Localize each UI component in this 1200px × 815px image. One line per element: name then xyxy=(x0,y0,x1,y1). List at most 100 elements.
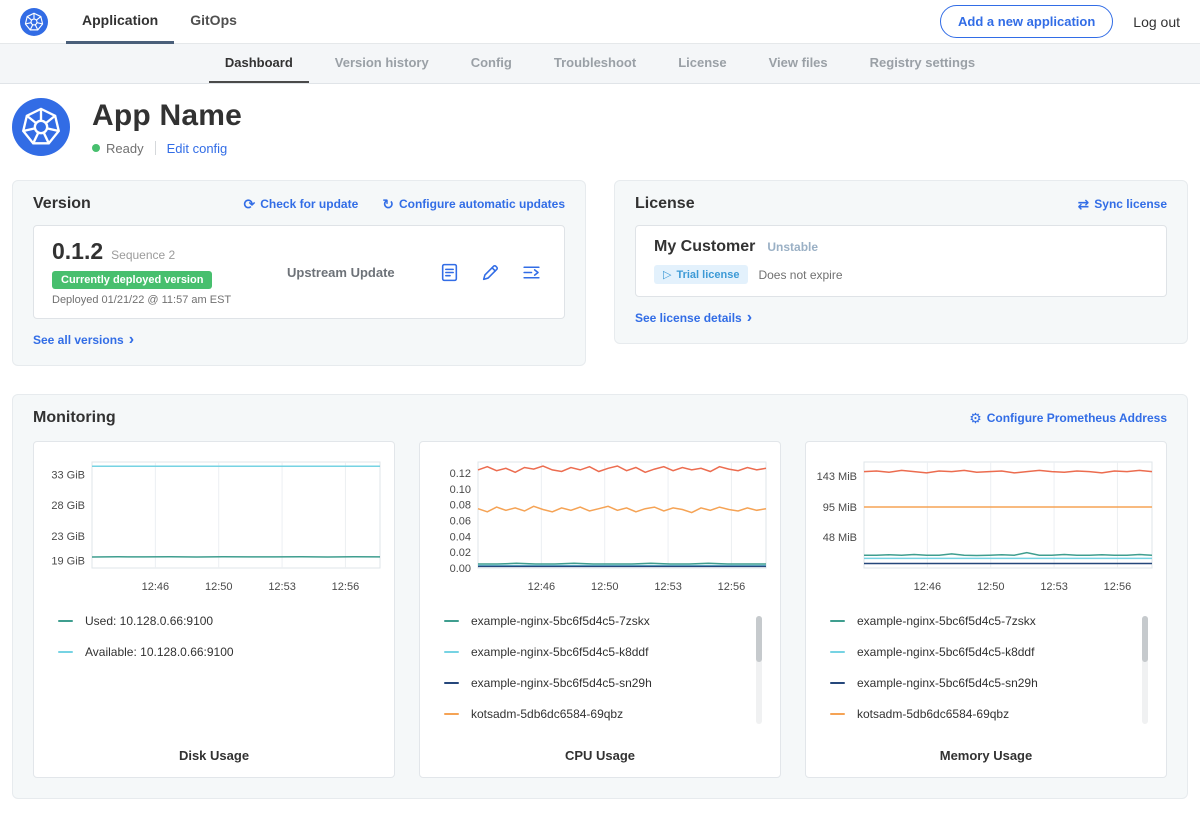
current-version-panel: 0.1.2 Sequence 2 Currently deployed vers… xyxy=(33,225,565,319)
svg-text:12:46: 12:46 xyxy=(142,581,170,593)
svg-text:0.12: 0.12 xyxy=(450,468,471,480)
top-navbar: Application GitOps Add a new application… xyxy=(0,0,1200,44)
chart-card-cpu-usage: 12:4612:5012:5312:560.120.100.080.060.04… xyxy=(419,441,781,778)
svg-text:12:46: 12:46 xyxy=(914,581,942,593)
app-icon xyxy=(12,98,70,156)
svg-text:12:56: 12:56 xyxy=(718,581,746,593)
chevron-right-icon: › xyxy=(129,332,134,348)
svg-text:33 GiB: 33 GiB xyxy=(51,469,85,481)
subnav-tab-registry-settings[interactable]: Registry settings xyxy=(854,44,991,83)
legend-label: example-nginx-5bc6f5d4c5-sn29h xyxy=(471,676,652,690)
subnav-tab-config[interactable]: Config xyxy=(455,44,528,83)
legend-color-dash xyxy=(830,682,845,684)
subnav-tab-view-files[interactable]: View files xyxy=(753,44,844,83)
nav-tab-label: Application xyxy=(82,12,158,28)
svg-text:19 GiB: 19 GiB xyxy=(51,556,85,568)
svg-text:28 GiB: 28 GiB xyxy=(51,500,85,512)
version-card-title: Version xyxy=(33,195,91,213)
memory-usage-chart: 12:4612:5012:5312:56143 MiB95 MiB48 MiB xyxy=(814,454,1158,604)
check-for-update-label: Check for update xyxy=(260,197,358,211)
scrollbar-thumb[interactable] xyxy=(1142,616,1148,662)
clock-icon: ▷︎ xyxy=(663,268,671,281)
legend-item: kotsadm-5db6dc6584-69qbz xyxy=(830,707,1148,721)
see-license-details-link[interactable]: See license details › xyxy=(635,310,752,326)
svg-text:12:50: 12:50 xyxy=(977,581,1005,593)
release-notes-icon[interactable] xyxy=(439,262,460,283)
svg-text:0.04: 0.04 xyxy=(450,531,471,543)
see-license-details-label: See license details xyxy=(635,311,742,325)
legend-label: Used: 10.128.0.66:9100 xyxy=(85,614,213,628)
configure-prometheus-label: Configure Prometheus Address xyxy=(987,411,1167,425)
add-application-button[interactable]: Add a new application xyxy=(940,5,1113,38)
subnav-tab-dashboard[interactable]: Dashboard xyxy=(209,44,309,83)
configure-automatic-updates-link[interactable]: ↻ Configure automatic updates xyxy=(382,197,565,211)
disk-usage-legend: Used: 10.128.0.66:9100Available: 10.128.… xyxy=(58,614,376,659)
version-card: Version ⟳ Check for update ↻ Configure a… xyxy=(12,180,586,366)
version-number: 0.1.2 xyxy=(52,238,103,265)
svg-text:0.02: 0.02 xyxy=(450,547,471,559)
app-status: Ready xyxy=(106,141,144,156)
monitoring-title: Monitoring xyxy=(33,409,116,427)
deployed-timestamp: Deployed 01/21/22 @ 11:57 am EST xyxy=(52,294,257,306)
legend-item: example-nginx-5bc6f5d4c5-7zskx xyxy=(830,614,1148,628)
license-card-title: License xyxy=(635,195,695,213)
customer-name: My Customer xyxy=(654,238,755,256)
edit-config-icon[interactable] xyxy=(480,262,501,283)
cpu-usage-chart: 12:4612:5012:5312:560.120.100.080.060.04… xyxy=(428,454,772,604)
version-sequence: Sequence 2 xyxy=(111,248,175,262)
deploy-logs-icon[interactable] xyxy=(521,262,542,283)
version-source-label: Upstream Update xyxy=(257,265,439,280)
disk-usage-chart: 12:4612:5012:5312:5633 GiB28 GiB23 GiB19… xyxy=(42,454,386,604)
subnav-tab-license[interactable]: License xyxy=(662,44,742,83)
nav-tab-label: GitOps xyxy=(190,12,237,28)
legend-label: example-nginx-5bc6f5d4c5-sn29h xyxy=(857,676,1038,690)
subnav-tab-troubleshoot[interactable]: Troubleshoot xyxy=(538,44,652,83)
subnav-tab-version-history[interactable]: Version history xyxy=(319,44,445,83)
legend-color-dash xyxy=(830,620,845,622)
divider xyxy=(155,141,156,155)
svg-text:12:53: 12:53 xyxy=(654,581,682,593)
legend-color-dash xyxy=(58,620,73,622)
monitoring-card: Monitoring ⚙ Configure Prometheus Addres… xyxy=(12,394,1188,799)
check-for-update-link[interactable]: ⟳ Check for update xyxy=(244,197,359,211)
see-all-versions-label: See all versions xyxy=(33,333,124,347)
legend-item: example-nginx-5bc6f5d4c5-k8ddf xyxy=(830,645,1148,659)
edit-config-link[interactable]: Edit config xyxy=(167,141,228,156)
legend-label: kotsadm-5db6dc6584-69qbz xyxy=(471,707,623,721)
page-title: App Name xyxy=(92,99,242,133)
scrollbar-thumb[interactable] xyxy=(756,616,762,662)
chevron-right-icon: › xyxy=(747,310,752,326)
nav-tab-gitops[interactable]: GitOps xyxy=(174,0,253,44)
sync-icon: ⇄ xyxy=(1078,197,1090,211)
svg-text:48 MiB: 48 MiB xyxy=(823,532,857,544)
chart-title: CPU Usage xyxy=(428,738,772,767)
legend-item: example-nginx-5bc6f5d4c5-sn29h xyxy=(830,676,1148,690)
chart-card-disk-usage: 12:4612:5012:5312:5633 GiB28 GiB23 GiB19… xyxy=(33,441,395,778)
legend-label: example-nginx-5bc6f5d4c5-k8ddf xyxy=(471,645,648,659)
configure-updates-label: Configure automatic updates xyxy=(399,197,565,211)
legend-scrollbar[interactable] xyxy=(1142,616,1148,724)
legend-item: Used: 10.128.0.66:9100 xyxy=(58,614,376,628)
nav-tab-application[interactable]: Application xyxy=(66,0,174,44)
license-card: License ⇄ Sync license My Customer Unsta… xyxy=(614,180,1188,344)
svg-text:23 GiB: 23 GiB xyxy=(51,531,85,543)
kubernetes-logo xyxy=(20,8,48,36)
legend-color-dash xyxy=(444,620,459,622)
chart-card-memory-usage: 12:4612:5012:5312:56143 MiB95 MiB48 MiB … xyxy=(805,441,1167,778)
logout-link[interactable]: Log out xyxy=(1133,14,1180,30)
legend-color-dash xyxy=(444,682,459,684)
configure-prometheus-link[interactable]: ⚙ Configure Prometheus Address xyxy=(969,411,1167,425)
legend-label: example-nginx-5bc6f5d4c5-7zskx xyxy=(857,614,1036,628)
legend-item: example-nginx-5bc6f5d4c5-7zskx xyxy=(444,614,762,628)
sync-license-label: Sync license xyxy=(1094,197,1167,211)
svg-text:143 MiB: 143 MiB xyxy=(817,471,857,483)
legend-color-dash xyxy=(444,713,459,715)
legend-label: example-nginx-5bc6f5d4c5-k8ddf xyxy=(857,645,1034,659)
chart-title: Memory Usage xyxy=(814,738,1158,767)
see-all-versions-link[interactable]: See all versions › xyxy=(33,332,134,348)
sync-license-link[interactable]: ⇄ Sync license xyxy=(1078,197,1167,211)
legend-scrollbar[interactable] xyxy=(756,616,762,724)
svg-text:12:56: 12:56 xyxy=(332,581,360,593)
legend-label: kotsadm-5db6dc6584-69qbz xyxy=(857,707,1009,721)
cpu-usage-legend: example-nginx-5bc6f5d4c5-7zskx example-ng… xyxy=(444,614,762,721)
